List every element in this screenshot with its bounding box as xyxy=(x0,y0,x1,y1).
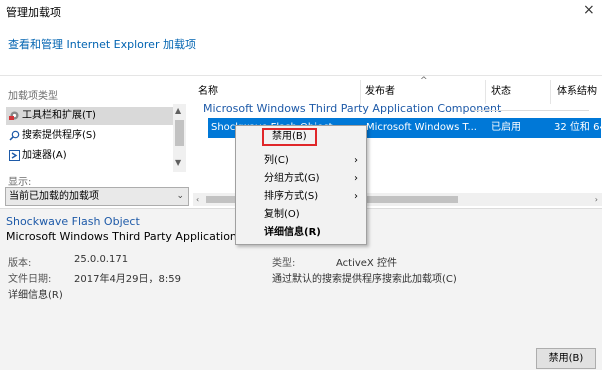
row-status: 已启用 xyxy=(491,122,521,133)
addon-types-label: 加载项类型 xyxy=(8,91,58,102)
scroll-down-icon[interactable]: ▼ xyxy=(175,158,181,167)
toolbar-gear-icon xyxy=(9,111,19,120)
column-divider[interactable] xyxy=(550,80,551,104)
details-addon-name: Shockwave Flash Object xyxy=(6,215,140,228)
file-date-value: 2017年4月29日，8:59 xyxy=(74,274,181,285)
page-subtitle: 查看和管理 Internet Explorer 加载项 xyxy=(8,38,196,51)
row-publisher: Microsoft Windows T... xyxy=(366,122,477,133)
disable-button[interactable]: 禁用(B) xyxy=(536,348,596,369)
scroll-up-icon[interactable]: ▲ xyxy=(175,106,181,115)
column-header-status[interactable]: 状态 xyxy=(491,83,511,101)
type-item-search[interactable]: 搜索提供程序(S) xyxy=(6,127,174,145)
scroll-thumb[interactable] xyxy=(175,120,184,146)
sort-arrow-icon: ^ xyxy=(420,76,428,86)
close-button[interactable]: × xyxy=(583,2,595,18)
menu-item-label: 禁用(B) xyxy=(262,128,317,146)
menu-item-label: 复制(O) xyxy=(264,209,300,220)
types-scrollbar[interactable]: ▲ ▼ xyxy=(173,104,186,172)
scroll-left-icon[interactable]: ‹ xyxy=(196,193,199,206)
accelerator-icon xyxy=(9,149,20,161)
type-item-label: 工具栏和扩展(T) xyxy=(22,110,96,121)
menu-item-label: 列(C) xyxy=(264,155,289,166)
menu-item-disable[interactable]: 禁用(B) xyxy=(236,127,366,146)
type-item-label: 搜索提供程序(S) xyxy=(22,130,97,141)
type-label: 类型: xyxy=(272,258,296,269)
header-divider xyxy=(0,75,602,76)
group-divider xyxy=(472,110,589,111)
version-value: 25.0.0.171 xyxy=(74,254,129,265)
version-label: 版本: xyxy=(8,258,32,269)
window-title: 管理加载项 xyxy=(6,6,61,19)
chevron-right-icon: › xyxy=(354,155,358,166)
file-date-label: 文件日期: xyxy=(8,274,52,285)
chevron-right-icon: › xyxy=(354,191,358,202)
more-info-link[interactable]: 详细信息(R) xyxy=(8,286,63,301)
chevron-down-icon: ⌄ xyxy=(176,191,184,201)
menu-item-label: 详细信息(R) xyxy=(264,227,321,238)
menu-item-label: 排序方式(S) xyxy=(264,191,319,202)
show-dropdown-value: 当前已加载的加载项 xyxy=(9,191,99,202)
group-header: Microsoft Windows Third Party Applicatio… xyxy=(203,102,502,115)
menu-item-sort-by[interactable]: 排序方式(S) › xyxy=(236,188,366,206)
menu-item-columns[interactable]: 列(C) › xyxy=(236,152,366,170)
menu-item-details[interactable]: 详细信息(R) xyxy=(236,224,366,242)
column-header-architecture[interactable]: 体系结构 xyxy=(557,83,597,101)
context-menu: 禁用(B) 列(C) › 分组方式(G) › 排序方式(S) › 复制(O) 详… xyxy=(235,125,367,245)
show-label: 显示: xyxy=(8,177,32,188)
search-icon xyxy=(9,130,20,141)
column-header-name[interactable]: 名称 xyxy=(198,83,218,101)
type-item-toolbars[interactable]: 工具栏和扩展(T) xyxy=(6,107,174,125)
addon-types-list[interactable]: 工具栏和扩展(T) 搜索提供程序(S) 加速器(A) xyxy=(5,104,189,174)
menu-item-copy[interactable]: 复制(O) xyxy=(236,206,366,224)
search-addon-link[interactable]: 通过默认的搜索提供程序搜索此加载项(C) xyxy=(272,270,457,285)
menu-item-label: 分组方式(G) xyxy=(264,173,320,184)
row-architecture: 32 位和 64 xyxy=(554,122,602,133)
type-item-accelerators[interactable]: 加速器(A) xyxy=(6,147,174,165)
menu-item-group-by[interactable]: 分组方式(G) › xyxy=(236,170,366,188)
column-divider[interactable] xyxy=(485,80,486,104)
show-dropdown[interactable]: 当前已加载的加载项 ⌄ xyxy=(5,187,189,206)
type-item-label: 加速器(A) xyxy=(22,150,67,161)
chevron-right-icon: › xyxy=(354,173,358,184)
column-header-publisher[interactable]: 发布者 xyxy=(365,83,395,101)
type-value: ActiveX 控件 xyxy=(336,258,397,269)
scroll-right-icon[interactable]: › xyxy=(595,193,598,206)
column-divider[interactable] xyxy=(360,80,361,104)
